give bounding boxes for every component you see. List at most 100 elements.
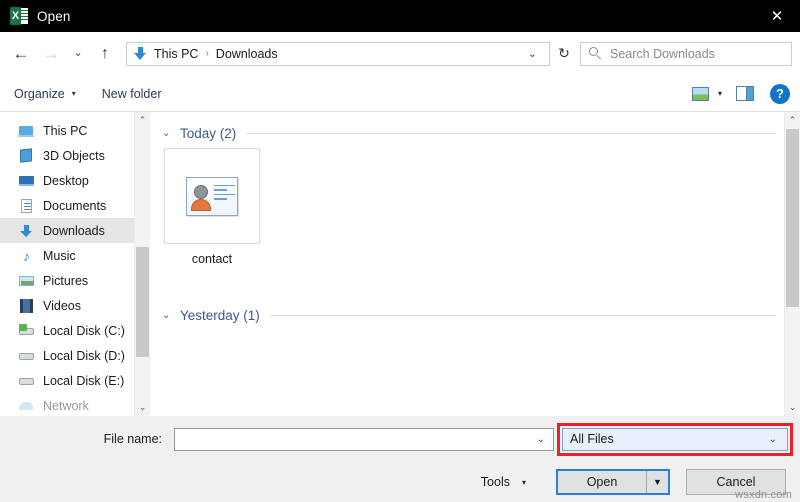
pictures-icon [18,273,35,289]
sidebar-item-downloads[interactable]: Downloads [0,218,150,243]
organize-label: Organize [14,86,65,101]
videos-icon [18,298,35,314]
group-header-yesterday[interactable]: ⌄ Yesterday (1) [162,304,776,326]
local-disk-e-icon [18,373,35,389]
breadcrumb-item-downloads[interactable]: Downloads [216,47,278,61]
chevron-down-icon[interactable]: ⌄ [162,128,172,139]
group-divider [246,132,776,134]
sidebar-item-videos[interactable]: Videos [0,293,150,318]
new-folder-button[interactable]: New folder [102,87,162,101]
tools-label: Tools [480,475,510,489]
local-disk-d-icon [18,348,35,364]
refresh-icon[interactable]: ↻ [550,39,578,69]
sidebar-item-label: Downloads [43,223,105,238]
open-button[interactable]: Open [558,471,646,493]
sidebar-item-network[interactable]: Network [0,393,150,416]
chevron-down-icon[interactable]: ⌄ [533,434,549,445]
back-button[interactable]: ← [6,39,36,69]
file-name-label: contact [191,252,233,266]
title-bar: X Open ✕ [0,0,800,32]
file-type-filter[interactable]: All Files ⌄ [562,427,788,451]
sidebar-item-label: Videos [43,298,81,313]
sidebar-item-label: 3D Objects [43,148,105,163]
window-title: Open [37,8,71,24]
chevron-down-icon[interactable]: ⌄ [765,434,781,445]
file-list-scroll-thumb[interactable] [786,129,799,307]
scroll-down-icon[interactable]: ⌄ [135,399,150,416]
search-input[interactable]: Search Downloads [580,41,792,66]
close-icon[interactable]: ✕ [754,0,800,32]
sidebar-item-music[interactable]: ♪ Music [0,243,150,268]
filename-row: File name: ⌄ All Files ⌄ [0,416,793,462]
up-button[interactable]: ↑ [90,39,120,69]
this-pc-icon [18,123,35,139]
sidebar-scroll-thumb[interactable] [136,247,149,357]
sidebar-item-pictures[interactable]: Pictures [0,268,150,293]
open-file-dialog: X Open ✕ ← → ⌄ ↑ This PC › Downloads ⌄ ↻… [0,0,800,502]
group-header-today[interactable]: ⌄ Today (2) [162,122,776,144]
sidebar-item-local-disk-c[interactable]: Local Disk (C:) [0,318,150,343]
sidebar-item-local-disk-e[interactable]: Local Disk (E:) [0,368,150,393]
navigation-bar: ← → ⌄ ↑ This PC › Downloads ⌄ ↻ Search D… [0,32,800,76]
downloads-icon [18,223,35,239]
chevron-down-icon: ▾ [71,89,76,98]
footer-buttons: Tools ▾ Open ▼ Cancel [0,462,788,502]
sidebar-item-label: Local Disk (D:) [43,348,125,363]
filename-field[interactable]: ⌄ [174,427,554,451]
3d-objects-icon [18,147,35,164]
group-title: Today (2) [180,125,237,141]
address-bar[interactable]: This PC › Downloads ⌄ [126,41,550,66]
sidebar-item-label: Desktop [43,173,89,188]
file-item-contact[interactable]: contact [164,148,260,266]
toolbar-right-group: ▾ ? [691,83,790,104]
group-title: Yesterday (1) [180,307,260,323]
address-dropdown-icon[interactable]: ⌄ [520,47,545,60]
recent-locations-button[interactable]: ⌄ [66,39,90,69]
sidebar-item-documents[interactable]: Documents [0,193,150,218]
sidebar-scroll-track[interactable] [135,129,150,399]
file-thumbnail[interactable] [164,148,260,244]
dialog-body: This PC 3D Objects Desktop Documents Dow [0,112,800,416]
chevron-down-icon[interactable]: ▾ [718,89,722,98]
scroll-up-icon[interactable]: ⌃ [785,112,800,129]
file-list-scrollbar[interactable]: ⌃ ⌄ [784,112,800,416]
organize-button[interactable]: Organize ▾ [14,87,76,101]
sidebar-item-local-disk-d[interactable]: Local Disk (D:) [0,343,150,368]
group-divider [269,314,776,316]
tools-button[interactable]: Tools ▾ [481,475,526,489]
local-disk-c-icon [18,323,35,339]
breadcrumb-item-this-pc[interactable]: This PC [154,47,198,61]
scroll-down-icon[interactable]: ⌄ [785,399,800,416]
file-list-scroll-track[interactable] [785,129,800,399]
sidebar-item-3d-objects[interactable]: 3D Objects [0,143,150,168]
sidebar-scrollbar[interactable]: ⌃ ⌄ [134,112,150,416]
file-type-filter-value: All Files [570,432,614,446]
open-dropdown-icon[interactable]: ▼ [646,471,668,493]
preview-pane-icon[interactable] [736,86,754,101]
help-icon[interactable]: ? [770,83,790,104]
chevron-down-icon[interactable]: ⌄ [162,310,172,321]
open-split-button[interactable]: Open ▼ [556,469,670,495]
file-list: ⌄ Today (2) contact ⌄ Yesterday (1) [150,112,800,326]
contact-card-icon [186,176,238,216]
sidebar-item-this-pc[interactable]: This PC [0,118,150,143]
search-icon [589,47,602,60]
file-tiles-today: contact [162,148,776,266]
file-list-pane: ⌄ Today (2) contact ⌄ Yesterday (1) ⌃ ⌄ [150,112,800,416]
sidebar-item-label: This PC [43,123,88,138]
documents-icon [18,198,35,214]
command-toolbar: Organize ▾ New folder ▾ ? [0,76,800,112]
navigation-pane: This PC 3D Objects Desktop Documents Dow [0,112,150,416]
forward-button[interactable]: → [36,39,66,69]
dialog-footer: File name: ⌄ All Files ⌄ Tools ▾ Open ▼ [0,416,800,502]
sidebar-item-label: Documents [43,198,107,213]
sidebar-item-label: Music [43,248,76,263]
view-layout-icon[interactable] [691,86,709,101]
sidebar-item-label: Local Disk (C:) [43,323,125,338]
sidebar-item-desktop[interactable]: Desktop [0,168,150,193]
sidebar-list: This PC 3D Objects Desktop Documents Dow [0,112,150,416]
scroll-up-icon[interactable]: ⌃ [135,112,150,129]
network-icon [18,398,35,414]
music-icon: ♪ [23,247,30,264]
sidebar-item-label: Local Disk (E:) [43,373,125,388]
